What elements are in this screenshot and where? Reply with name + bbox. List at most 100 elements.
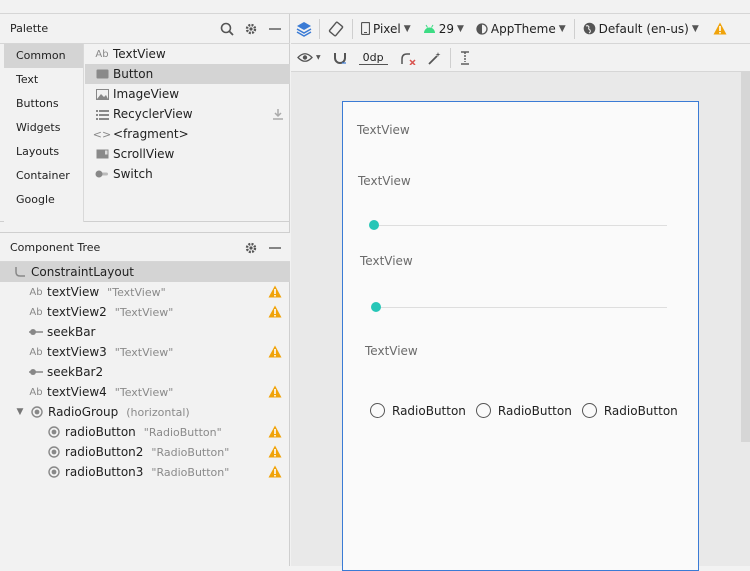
widget-label: Switch [113, 167, 153, 181]
widget-label: ImageView [113, 87, 180, 101]
default-margin-button[interactable]: 0dp [353, 44, 394, 72]
text-view-icon: Ab [29, 306, 43, 318]
gear-icon[interactable] [244, 241, 258, 255]
tree-row-textview4[interactable]: Ab textView4 "TextView" [0, 382, 290, 402]
chevron-down-icon: ▼ [691, 23, 699, 34]
design-surface-button[interactable] [291, 14, 317, 44]
preview-textview-2[interactable]: TextView [358, 174, 411, 188]
widget-fragment[interactable]: <> <fragment> [85, 124, 290, 144]
locale-selector[interactable]: Default (en-us) ▼ [577, 14, 705, 44]
tree-row-radiobutton2[interactable]: radioButton2 "RadioButton" [0, 442, 290, 462]
seek-bar-icon [28, 325, 44, 339]
radio-button-icon [46, 425, 62, 439]
tree-row-radiobutton[interactable]: radioButton "RadioButton" [0, 422, 290, 442]
text-view-icon: Ab [29, 286, 43, 298]
widget-scrollview[interactable]: ScrollView [85, 144, 290, 164]
tree-row-textview2[interactable]: Ab textView2 "TextView" [0, 302, 290, 322]
recycler-view-icon [95, 107, 109, 121]
warning-icon[interactable] [268, 345, 282, 358]
component-tree-header: Component Tree [0, 232, 290, 262]
seekbar-thumb[interactable] [369, 220, 379, 230]
warning-icon[interactable] [268, 305, 282, 318]
chevron-down-icon: ▼ [403, 23, 411, 34]
autoconnect-button[interactable] [327, 44, 353, 72]
clear-constraints-icon [400, 52, 416, 65]
category-text[interactable]: Text [4, 68, 83, 92]
text-view-icon: Ab [29, 346, 43, 358]
category-layouts[interactable]: Layouts [4, 140, 83, 164]
theme-icon [476, 22, 488, 35]
canvas-scrollbar[interactable] [741, 72, 750, 442]
preview-textview-4[interactable]: TextView [365, 344, 418, 358]
warnings-button[interactable] [705, 14, 733, 44]
tree-row-seekbar[interactable]: seekBar [0, 322, 290, 342]
phone-icon [361, 22, 370, 35]
toolbar-divider [319, 18, 320, 39]
theme-selector[interactable]: AppTheme ▼ [470, 14, 572, 44]
fragment-icon: <> [92, 127, 112, 141]
preview-seekbar-1[interactable] [369, 220, 667, 230]
infer-constraints-button[interactable] [422, 44, 448, 72]
category-widgets[interactable]: Widgets [4, 116, 83, 140]
guidelines-button[interactable] [453, 44, 477, 72]
preview-textview-1[interactable]: TextView [357, 123, 410, 137]
preview-radio-button-1[interactable]: RadioButton [370, 403, 466, 418]
minimize-icon[interactable] [268, 22, 282, 36]
widget-label: Button [113, 67, 154, 81]
text-view-icon: Ab [95, 48, 109, 60]
orientation-button[interactable] [322, 14, 350, 44]
preview-radio-button-3[interactable]: RadioButton [581, 403, 678, 418]
api-level-selector[interactable]: 29 ▼ [417, 14, 470, 44]
gear-icon[interactable] [244, 22, 258, 36]
tree-row-constraintlayout[interactable]: ConstraintLayout [0, 262, 290, 282]
seekbar-thumb[interactable] [371, 302, 381, 312]
widget-button[interactable]: Button [85, 64, 290, 84]
theme-label: AppTheme [490, 21, 556, 36]
widget-recyclerview[interactable]: RecyclerView [85, 104, 290, 124]
category-container[interactable]: Container [4, 164, 83, 188]
warning-icon[interactable] [268, 425, 282, 438]
widget-imageview[interactable]: ImageView [85, 84, 290, 104]
category-buttons[interactable]: Buttons [4, 92, 83, 116]
tree-row-seekbar2[interactable]: seekBar2 [0, 362, 290, 382]
widget-label: ScrollView [113, 147, 175, 161]
toolbar-divider [573, 18, 575, 39]
widget-textview[interactable]: Ab TextView [85, 44, 290, 64]
category-google[interactable]: Google [4, 188, 83, 212]
category-common[interactable]: Common [4, 44, 83, 68]
text-view-icon: Ab [29, 386, 43, 398]
chevron-down-icon: ▼ [456, 23, 464, 34]
layers-icon [296, 21, 312, 37]
radio-circle [370, 403, 385, 418]
expand-arrow-icon[interactable]: ▼ [14, 405, 26, 419]
tree-row-textview3[interactable]: Ab textView3 "TextView" [0, 342, 290, 362]
download-icon[interactable] [272, 108, 284, 120]
palette-categories: Common Text Buttons Widgets Layouts Cont… [4, 44, 84, 222]
warning-icon[interactable] [268, 445, 282, 458]
preview-radio-button-2[interactable]: RadioButton [475, 403, 572, 418]
seek-bar-icon [28, 365, 44, 379]
seekbar-track [377, 307, 667, 308]
warning-icon[interactable] [268, 385, 282, 398]
clear-constraints-button[interactable] [394, 44, 422, 72]
warning-icon[interactable] [268, 285, 282, 298]
component-tree: ConstraintLayout Ab textView "TextView" … [0, 262, 290, 482]
widget-switch[interactable]: Switch [85, 164, 290, 184]
search-icon[interactable] [220, 22, 234, 36]
scroll-view-icon [95, 147, 109, 161]
preview-seekbar-2[interactable] [371, 302, 667, 312]
top-strip [0, 0, 750, 14]
preview-textview-3[interactable]: TextView [360, 254, 413, 268]
warning-icon[interactable] [268, 465, 282, 478]
radio-circle [581, 403, 597, 418]
tree-row-textview[interactable]: Ab textView "TextView" [0, 282, 290, 302]
tree-row-radiogroup[interactable]: ▼ RadioGroup (horizontal) [0, 402, 290, 422]
design-toolbar: Pixel ▼ 29 ▼ AppTheme ▼ Default (en-us) … [291, 14, 750, 44]
tree-row-radiobutton3[interactable]: radioButton3 "RadioButton" [0, 462, 290, 482]
device-selector[interactable]: Pixel ▼ [355, 14, 417, 44]
minimize-icon[interactable] [268, 241, 282, 255]
switch-icon [95, 167, 109, 181]
device-preview[interactable] [342, 101, 699, 571]
view-options-button[interactable]: ▼ [291, 44, 327, 72]
warning-icon [713, 22, 727, 35]
